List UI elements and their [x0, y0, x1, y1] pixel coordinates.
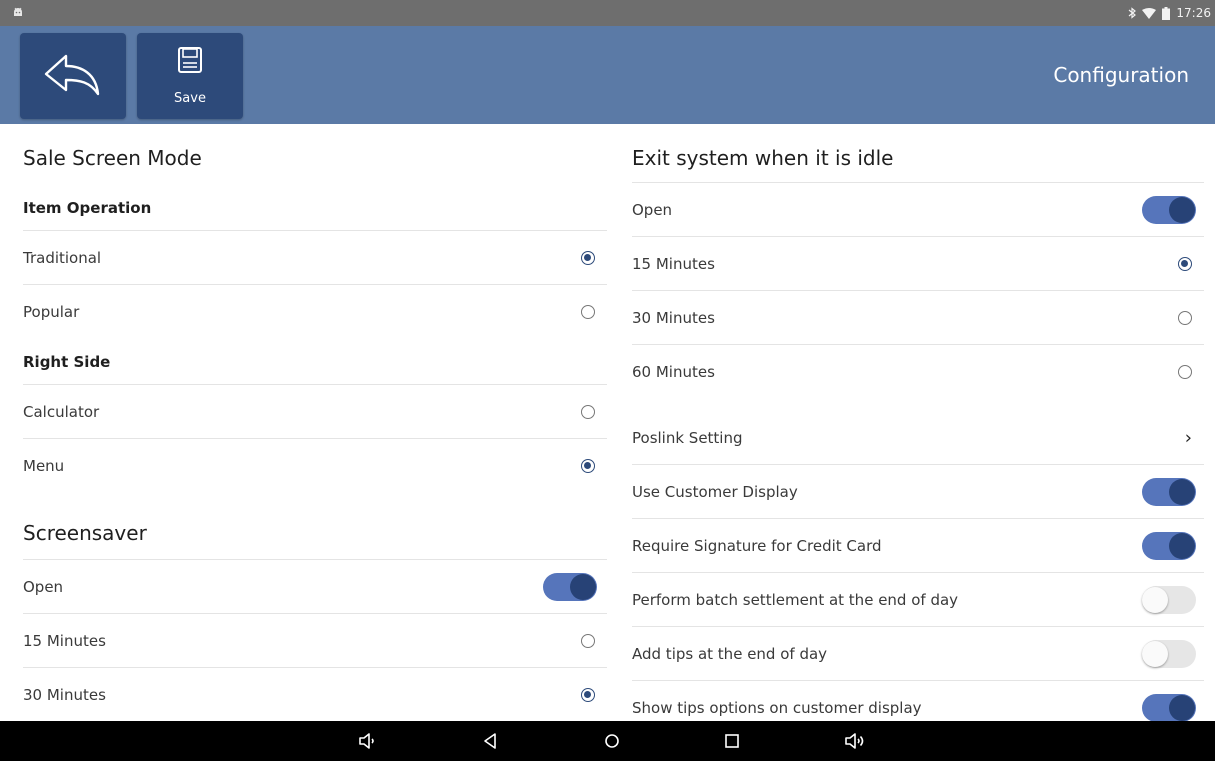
radio-popular[interactable]	[581, 305, 595, 319]
wifi-icon	[1142, 7, 1157, 19]
exit-idle-open-row[interactable]: Open	[632, 183, 1204, 237]
settings-content[interactable]: Sale Screen Mode Item Operation Traditio…	[0, 124, 1215, 721]
option-label: Traditional	[23, 249, 102, 267]
use-customer-display-row[interactable]: Use Customer Display	[632, 465, 1204, 519]
option-label: Menu	[23, 457, 65, 475]
batch-settlement-toggle[interactable]	[1142, 586, 1196, 614]
android-icon	[12, 6, 24, 18]
option-label: Add tips at the end of day	[632, 645, 828, 663]
radio-screensaver-15[interactable]	[581, 634, 595, 648]
exit-option-15-minutes[interactable]: 15 Minutes	[632, 237, 1204, 291]
section-title-sale-screen-mode: Sale Screen Mode	[23, 146, 202, 170]
require-signature-row[interactable]: Require Signature for Credit Card	[632, 519, 1204, 573]
show-tips-options-row[interactable]: Show tips options on customer display	[632, 681, 1204, 721]
option-label: 30 Minutes	[632, 309, 715, 327]
toggle-knob	[1169, 533, 1195, 559]
status-bar: 17:26	[0, 0, 1215, 26]
volume-down-icon[interactable]	[358, 731, 378, 751]
option-label: Use Customer Display	[632, 483, 798, 501]
subsection-right-side: Right Side	[23, 353, 111, 371]
option-label: Poslink Setting	[632, 429, 743, 447]
back-arrow-icon	[44, 54, 100, 96]
radio-menu[interactable]	[581, 459, 595, 473]
batch-settlement-row[interactable]: Perform batch settlement at the end of d…	[632, 573, 1204, 627]
navigation-bar	[0, 721, 1215, 761]
option-label: Perform batch settlement at the end of d…	[632, 591, 959, 609]
option-label: Open	[632, 201, 673, 219]
show-tips-options-toggle[interactable]	[1142, 694, 1196, 721]
use-customer-display-toggle[interactable]	[1142, 478, 1196, 506]
radio-calculator[interactable]	[581, 405, 595, 419]
option-label: 30 Minutes	[23, 686, 106, 704]
radio-screensaver-30[interactable]	[581, 688, 595, 702]
option-label: Require Signature for Credit Card	[632, 537, 882, 555]
add-tips-toggle[interactable]	[1142, 640, 1196, 668]
page-title: Configuration	[1053, 63, 1189, 87]
option-label: 60 Minutes	[632, 363, 715, 381]
home-circle-icon[interactable]	[602, 731, 622, 751]
bluetooth-icon	[1128, 7, 1137, 19]
subsection-item-operation: Item Operation	[23, 199, 152, 217]
save-button[interactable]: Save	[137, 33, 243, 119]
exit-option-60-minutes[interactable]: 60 Minutes	[632, 345, 1204, 399]
battery-icon	[1162, 6, 1171, 20]
app-header: Save Configuration	[0, 26, 1215, 124]
toggle-knob	[1142, 641, 1168, 667]
option-menu[interactable]: Menu	[23, 439, 607, 493]
radio-exit-15[interactable]	[1178, 257, 1192, 271]
screensaver-open-row[interactable]: Open	[23, 560, 607, 614]
toggle-knob	[1169, 695, 1195, 721]
save-label: Save	[174, 91, 206, 106]
option-traditional[interactable]: Traditional	[23, 231, 607, 285]
exit-option-30-minutes[interactable]: 30 Minutes	[632, 291, 1204, 345]
add-tips-row[interactable]: Add tips at the end of day	[632, 627, 1204, 681]
floppy-disk-icon	[178, 47, 202, 73]
toggle-knob	[1142, 587, 1168, 613]
screensaver-open-toggle[interactable]	[543, 573, 597, 601]
option-label: Show tips options on customer display	[632, 699, 922, 717]
back-button[interactable]	[20, 33, 126, 119]
option-label: 15 Minutes	[23, 632, 106, 650]
toggle-knob	[570, 574, 596, 600]
radio-exit-30[interactable]	[1178, 311, 1192, 325]
require-signature-toggle[interactable]	[1142, 532, 1196, 560]
poslink-setting-row[interactable]: Poslink Setting ›	[632, 411, 1204, 465]
volume-up-icon[interactable]	[844, 731, 864, 751]
recents-square-icon[interactable]	[722, 731, 742, 751]
radio-exit-60[interactable]	[1178, 365, 1192, 379]
option-label: Calculator	[23, 403, 100, 421]
option-calculator[interactable]: Calculator	[23, 385, 607, 439]
toggle-knob	[1169, 197, 1195, 223]
option-label: Open	[23, 578, 64, 596]
screensaver-option-15-minutes[interactable]: 15 Minutes	[23, 614, 607, 668]
exit-idle-open-toggle[interactable]	[1142, 196, 1196, 224]
section-title-exit-idle: Exit system when it is idle	[632, 146, 894, 170]
option-label: Popular	[23, 303, 80, 321]
back-triangle-icon[interactable]	[481, 731, 501, 751]
toggle-knob	[1169, 479, 1195, 505]
section-title-screensaver: Screensaver	[23, 521, 147, 545]
option-popular[interactable]: Popular	[23, 285, 607, 339]
screensaver-option-30-minutes[interactable]: 30 Minutes	[23, 668, 607, 721]
clock: 17:26	[1176, 6, 1211, 20]
option-label: 15 Minutes	[632, 255, 715, 273]
radio-traditional[interactable]	[581, 251, 595, 265]
chevron-right-icon: ›	[1184, 427, 1192, 449]
